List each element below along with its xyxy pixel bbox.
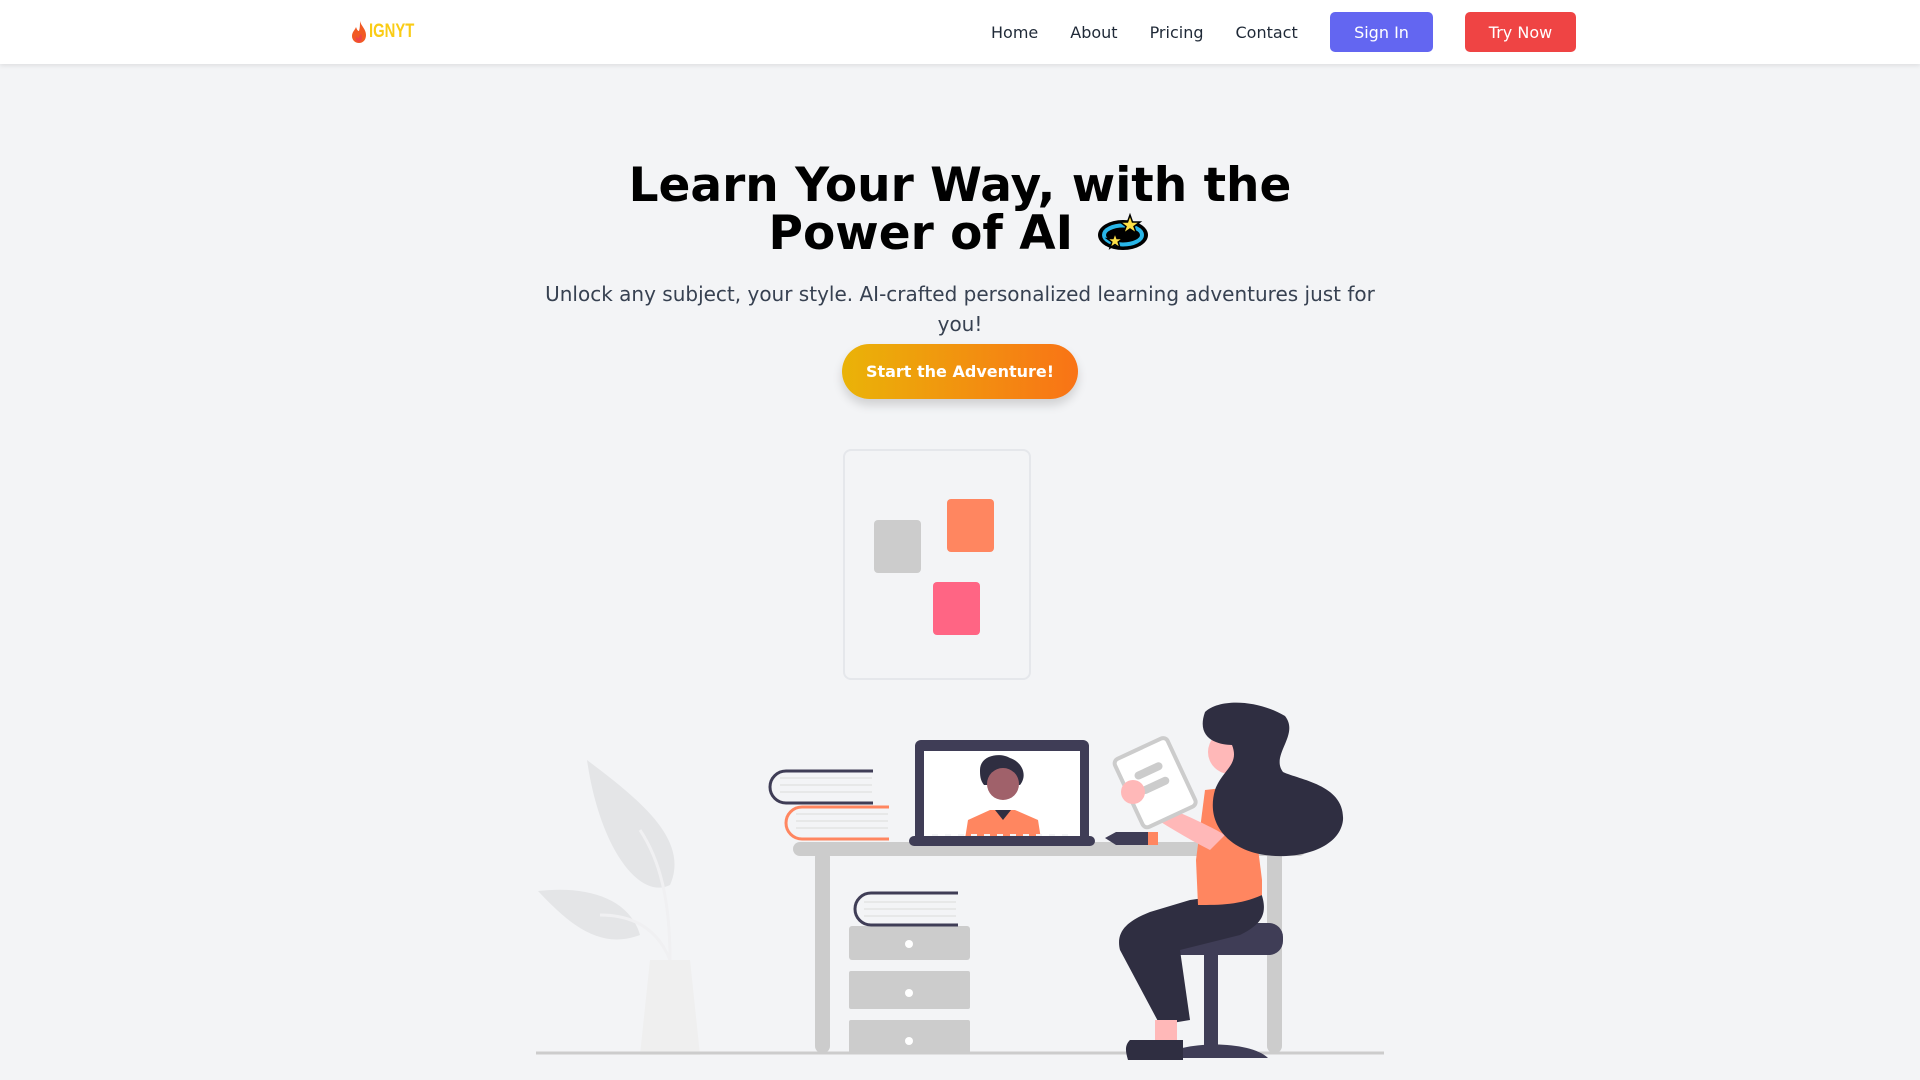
plant-icon [538,760,700,1055]
gray-tile [874,520,921,573]
start-adventure-button[interactable]: Start the Adventure! [842,344,1078,399]
hero-title-line2: Power of AI [768,206,1074,261]
pink-tile [933,582,980,635]
feature-card [843,449,1031,680]
hero-subtitle: Unlock any subject, your style. AI-craft… [545,282,1375,336]
nav-link-about[interactable]: About [1054,23,1133,42]
nav-link-pricing[interactable]: Pricing [1134,23,1220,42]
nav-link-home[interactable]: Home [975,23,1054,42]
woman-figure [1112,702,1344,1060]
flame-icon [352,21,366,43]
orange-tile [947,499,994,552]
hero-title: Learn Your Way, with the Power of AI [0,162,1920,264]
study-illustration [536,702,1384,1060]
hero-title-line1: Learn Your Way, with the [628,158,1292,213]
navbar: IGNYT Home About Pricing Contact Sign In… [0,0,1920,64]
logo-text: IGNYT [369,21,415,42]
sign-in-button[interactable]: Sign In [1330,12,1433,52]
logo[interactable]: IGNYT [351,18,427,46]
pencil-icon [1105,832,1158,845]
nav-links: Home About Pricing Contact [975,0,1314,64]
laptop-icon [909,740,1095,846]
dizzy-icon [1095,211,1151,264]
nav-link-contact[interactable]: Contact [1220,23,1314,42]
try-now-button[interactable]: Try Now [1465,12,1576,52]
book-icon [853,891,958,927]
books-stack-icon [768,769,889,841]
